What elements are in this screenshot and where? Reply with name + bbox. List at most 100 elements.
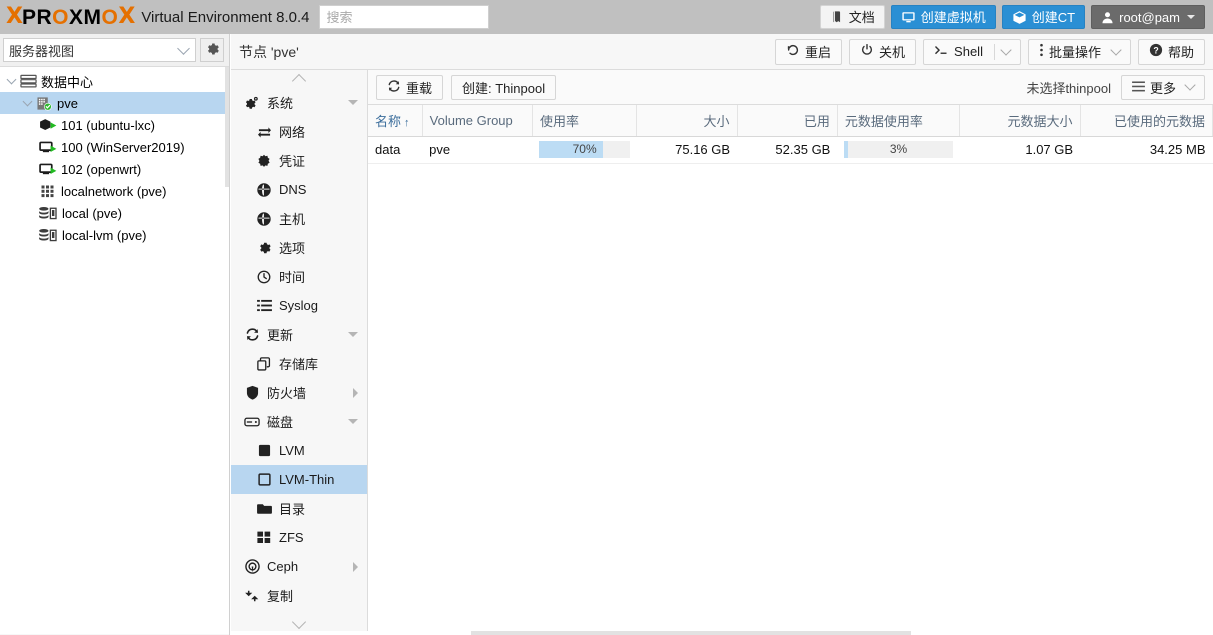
sidebar-settings-button[interactable] — [200, 38, 224, 62]
column-header-meta-used[interactable]: 已使用的元数据 — [1080, 105, 1213, 137]
nav-item-options[interactable]: 选项 — [231, 233, 367, 262]
storage-icon — [38, 206, 59, 221]
column-header-volume-group[interactable]: Volume Group — [422, 105, 533, 137]
collapse-toggle[interactable] — [348, 419, 367, 424]
column-header-meta-usage[interactable]: 元数据使用率 — [837, 105, 961, 137]
proxmox-logo[interactable]: X PROXMO X — [0, 5, 135, 29]
nav-item-network[interactable]: 网络 — [231, 117, 367, 146]
nav-item-ceph[interactable]: Ceph — [231, 552, 367, 581]
expand-toggle[interactable] — [353, 387, 367, 398]
nav-item-replication[interactable]: 复制 — [231, 581, 367, 610]
triangle-down-icon — [348, 100, 358, 105]
chevron-down-icon[interactable] — [1000, 43, 1012, 56]
reload-button[interactable]: 重载 — [376, 74, 444, 100]
nav-item-updates[interactable]: 更新 — [231, 320, 367, 349]
chevron-down-icon — [1187, 15, 1195, 19]
nav-item-dns[interactable]: DNS — [231, 175, 367, 204]
table-row[interactable]: data pve 70% 75.16 GB 52.35 GB 3% 1.07 G… — [368, 136, 1213, 164]
shell-button[interactable]: Shell — [923, 38, 1021, 65]
replication-icon — [241, 589, 263, 603]
nav-item-label: 时间 — [279, 270, 306, 285]
nav-item-time[interactable]: 时间 — [231, 262, 367, 291]
view-selector[interactable]: 服务器视图 — [3, 38, 196, 62]
tree-item-vm-102[interactable]: 102 (openwrt) — [0, 158, 229, 180]
cell-volume-group: pve — [422, 136, 533, 164]
vm-icon — [38, 162, 58, 177]
tree-item-storage-local-lvm[interactable]: local-lvm (pve) — [0, 224, 229, 246]
chevron-up-icon — [291, 73, 307, 89]
create-thinpool-button[interactable]: 创建: Thinpool — [451, 74, 557, 100]
tree-item-label: 100 (WinServer2019) — [61, 139, 185, 155]
create-vm-label: 创建虚拟机 — [920, 9, 986, 25]
network-arrows-icon — [253, 125, 275, 138]
restart-icon — [786, 43, 800, 60]
nav-item-label: 选项 — [279, 241, 306, 256]
tree-item-ct-101[interactable]: 101 (ubuntu-lxc) — [0, 114, 229, 136]
logo-wordmark: PROXMO — [21, 5, 119, 29]
zfs-grid-icon — [253, 531, 275, 544]
collapse-toggle[interactable] — [348, 332, 367, 337]
chevron-down-icon[interactable] — [1110, 43, 1122, 56]
nav-item-hosts[interactable]: 主机 — [231, 204, 367, 233]
nav-item-zfs[interactable]: ZFS — [231, 523, 367, 552]
expand-arrow-icon[interactable] — [20, 96, 34, 107]
cell-name: data — [368, 136, 423, 164]
top-right-actions: 文档 创建虚拟机 创建CT root@pam — [819, 5, 1213, 29]
help-button[interactable]: ? 帮助 — [1137, 38, 1205, 65]
column-header-meta-size[interactable]: 元数据大小 — [959, 105, 1081, 137]
column-header-used[interactable]: 已用 — [737, 105, 838, 137]
nav-item-lvm-thin[interactable]: LVM-Thin — [231, 465, 367, 494]
grid-toolbar: 重载 创建: Thinpool 未选择thinpool 更多 — [368, 70, 1213, 105]
box-icon — [1012, 10, 1027, 25]
grid-toolbar-right: 未选择thinpool 更多 — [1026, 74, 1205, 100]
nav-item-certificates[interactable]: 凭证 — [231, 146, 367, 175]
create-vm-button[interactable]: 创建虚拟机 — [890, 5, 996, 29]
tree-item-vm-100[interactable]: 100 (WinServer2019) — [0, 136, 229, 158]
nav-item-firewall[interactable]: 防火墙 — [231, 378, 367, 407]
bulk-actions-button[interactable]: 批量操作 — [1027, 38, 1131, 65]
nav-item-label: LVM-Thin — [279, 472, 335, 487]
user-menu-label: root@pam — [1119, 9, 1180, 25]
clock-icon — [253, 270, 275, 284]
search-input[interactable] — [319, 5, 490, 29]
nav-item-label: LVM — [279, 443, 305, 458]
storage-icon — [38, 228, 59, 243]
shutdown-button[interactable]: 关机 — [849, 38, 917, 65]
tree-item-label: 101 (ubuntu-lxc) — [61, 117, 155, 133]
column-header-size[interactable]: 大小 — [636, 105, 738, 137]
user-menu-button[interactable]: root@pam — [1091, 5, 1205, 29]
restart-button[interactable]: 重启 — [775, 38, 843, 65]
nav-item-syslog[interactable]: Syslog — [231, 291, 367, 320]
shield-icon — [241, 385, 263, 400]
collapse-toggle[interactable] — [348, 100, 367, 105]
nav-item-lvm[interactable]: LVM — [231, 436, 367, 465]
cell-usage: 70% — [532, 136, 637, 164]
expand-arrow-icon[interactable] — [4, 74, 18, 85]
node-header: 节点 'pve' 重启 关机 Shell 批量操作 ? 帮助 — [231, 34, 1213, 70]
chevron-down-icon — [291, 614, 307, 630]
nav-item-directory[interactable]: 目录 — [231, 494, 367, 523]
refresh-icon — [387, 79, 401, 96]
column-header-usage[interactable]: 使用率 — [532, 105, 638, 137]
create-ct-button[interactable]: 创建CT — [1001, 5, 1086, 29]
update-refresh-icon — [241, 327, 263, 342]
meta-usage-progress-bar: 3% — [844, 141, 953, 158]
create-ct-label: 创建CT — [1031, 9, 1076, 25]
nav-item-repositories[interactable]: 存储库 — [231, 349, 367, 378]
tree-item-pve[interactable]: pve — [0, 92, 229, 114]
documentation-label: 文档 — [848, 9, 875, 25]
expand-toggle[interactable] — [353, 561, 367, 572]
horizontal-scrollbar[interactable] — [231, 631, 1213, 635]
tree-item-localnetwork[interactable]: localnetwork (pve) — [0, 180, 229, 202]
tree-item-datacenter[interactable]: 数据中心 — [0, 70, 229, 92]
nav-scroll-up-button[interactable] — [231, 70, 367, 89]
tree-item-storage-local[interactable]: local (pve) — [0, 202, 229, 224]
cell-size: 75.16 GB — [636, 136, 738, 164]
column-header-name[interactable]: 名称 ↑ — [368, 105, 423, 137]
nav-item-system[interactable]: 系统 — [231, 88, 367, 117]
nav-item-disks[interactable]: 磁盘 — [231, 407, 367, 436]
chevron-down-icon[interactable] — [1184, 79, 1196, 91]
more-button[interactable]: 更多 — [1120, 74, 1205, 100]
documentation-button[interactable]: 文档 — [819, 5, 885, 29]
sidebar-scrollbar[interactable] — [225, 67, 229, 634]
